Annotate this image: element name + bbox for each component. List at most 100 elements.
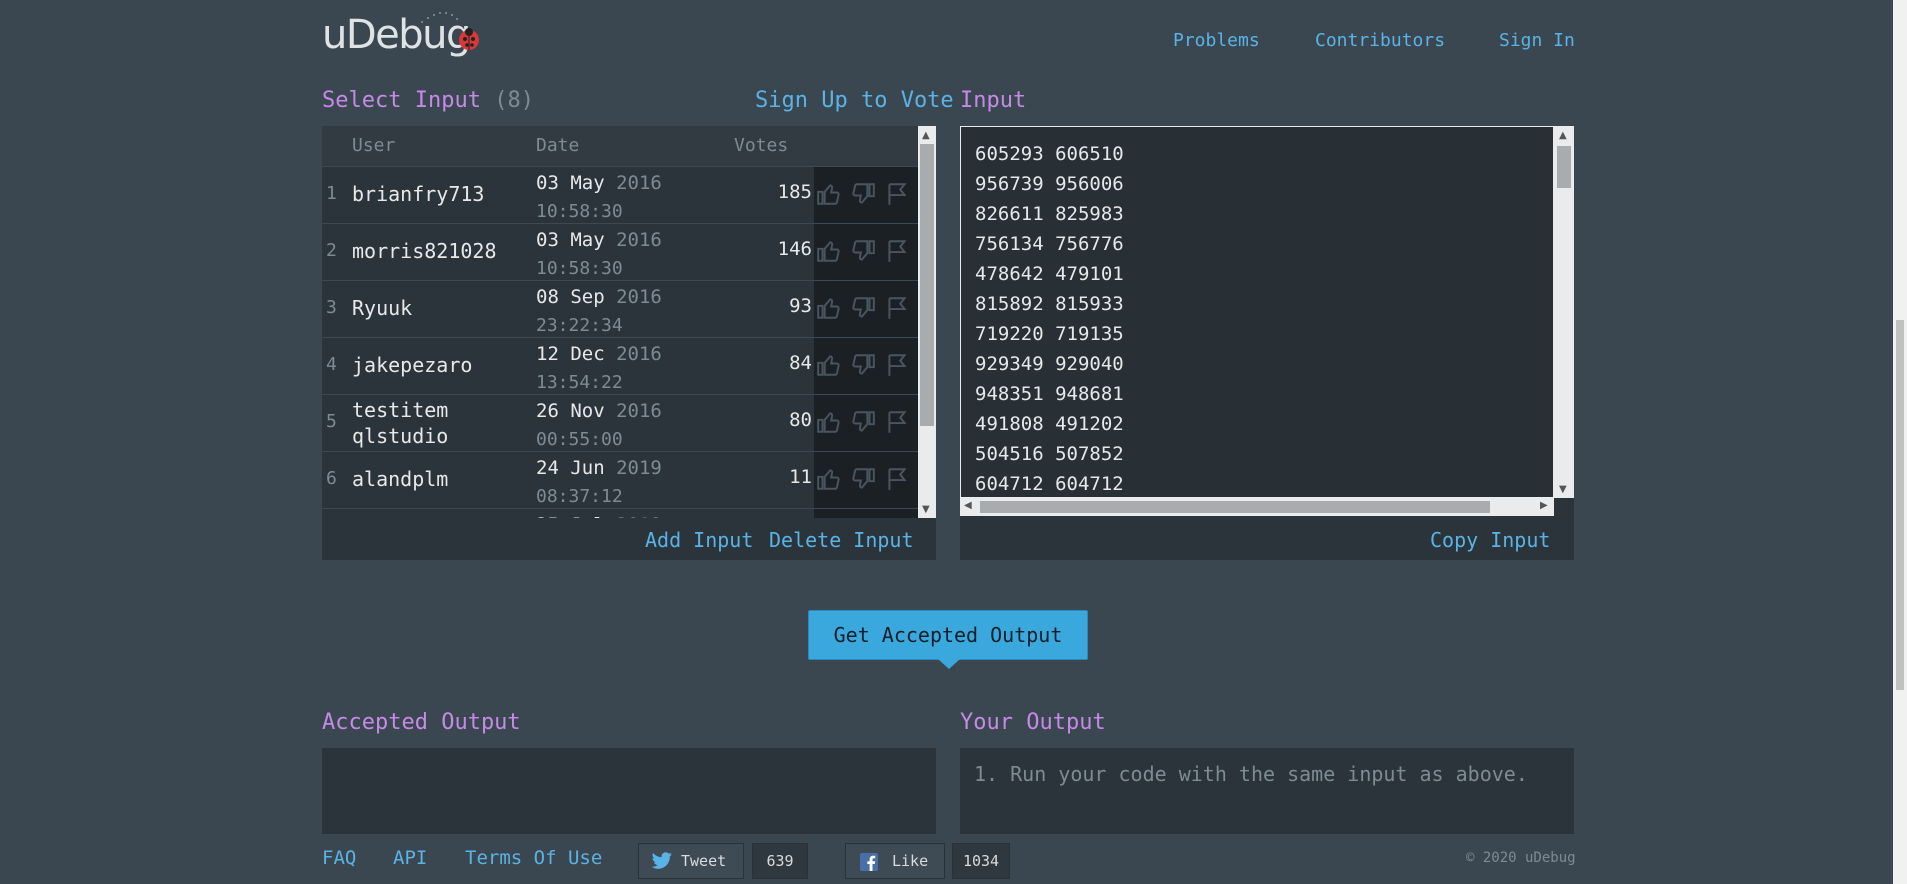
input-vertical-scrollbar[interactable]: ▲ ▼ (1554, 126, 1574, 498)
input-line: 604712 604712 (975, 473, 1124, 495)
nav-problems[interactable]: Problems (1173, 30, 1260, 51)
select-input-title: Select Input (8) (322, 88, 534, 113)
row-date-day: 03 May (536, 172, 605, 194)
thumbs-down-icon[interactable] (850, 352, 876, 378)
row-actions (814, 395, 918, 451)
row-actions (814, 281, 918, 337)
input-line: 826611 825983 (975, 203, 1124, 225)
get-accepted-output-button[interactable]: Get Accepted Output (808, 610, 1088, 660)
row-date-year: 2016 (616, 343, 662, 365)
page-scrollbar[interactable] (1893, 0, 1907, 884)
row-number: 1 (326, 183, 337, 204)
thumbs-up-icon[interactable] (816, 181, 842, 207)
thumbs-down-icon[interactable] (850, 181, 876, 207)
add-input-button[interactable]: Add Input (645, 528, 753, 552)
flag-icon[interactable] (884, 238, 910, 264)
delete-input-button[interactable]: Delete Input (769, 528, 914, 552)
flag-icon[interactable] (884, 295, 910, 321)
table-row[interactable]: 6 alandplm 24 Jun 2019 08:37:12 11 (322, 451, 918, 508)
thumbs-down-icon[interactable] (850, 238, 876, 264)
flag-icon[interactable] (884, 352, 910, 378)
table-row[interactable]: 4 jakepezaro 12 Dec 2016 13:54:22 84 (322, 337, 918, 394)
table-row[interactable]: 3 Ryuuk 08 Sep 2016 23:22:34 93 (322, 280, 918, 337)
scroll-thumb[interactable] (980, 501, 1490, 513)
scroll-down-arrow[interactable]: ▼ (922, 504, 930, 515)
thumbs-up-icon[interactable] (816, 409, 842, 435)
scroll-up-arrow[interactable]: ▲ (922, 130, 930, 141)
table-row[interactable]: 1 brianfry713 03 May 2016 10:58:30 185 (322, 166, 918, 223)
row-date-year: 2016 (616, 286, 662, 308)
row-date-year: 2016 (616, 172, 662, 194)
input-count: (8) (494, 88, 534, 113)
scroll-right-arrow[interactable]: ▶ (1540, 500, 1548, 511)
scroll-down-arrow[interactable]: ▼ (1559, 484, 1567, 495)
row-votes: 11 (789, 466, 812, 488)
input-horizontal-scrollbar[interactable]: ◀ ▶ (960, 498, 1554, 516)
input-line: 929349 929040 (975, 353, 1124, 375)
thumbs-up-icon[interactable] (816, 238, 842, 264)
column-votes: Votes (734, 135, 789, 156)
row-date-year: 2019 (616, 457, 662, 479)
footer-faq[interactable]: FAQ (322, 847, 356, 869)
nav-sign-in[interactable]: Sign In (1499, 30, 1575, 51)
input-line: 719220 719135 (975, 323, 1124, 345)
row-user[interactable]: testitem qlstudio (352, 397, 532, 449)
input-list-scrollbar[interactable]: ▲ ▼ (918, 126, 936, 518)
flag-icon[interactable] (884, 409, 910, 435)
your-output-box[interactable]: 1. Run your code with the same input as … (960, 748, 1574, 836)
row-user[interactable]: alandplm (352, 466, 532, 492)
scroll-left-arrow[interactable]: ◀ (964, 500, 972, 511)
thumbs-down-icon[interactable] (850, 409, 876, 435)
table-row[interactable]: 725 Jul 2019 (322, 508, 918, 518)
table-header: User Date Votes (322, 126, 918, 166)
footer-api[interactable]: API (393, 847, 427, 869)
select-input-panel: User Date Votes 1 brianfry713 03 May 2016 1… (322, 126, 936, 560)
facebook-icon (860, 853, 878, 871)
thumbs-up-icon[interactable] (816, 295, 842, 321)
thumbs-down-icon[interactable] (850, 295, 876, 321)
row-user[interactable]: jakepezaro (352, 352, 532, 378)
column-user: User (352, 135, 396, 156)
scroll-thumb[interactable] (1557, 146, 1571, 188)
row-user[interactable]: Ryuuk (352, 295, 532, 321)
row-number: 6 (326, 468, 337, 489)
row-date-day: 25 Jul (536, 514, 605, 518)
input-line: 605293 606510 (975, 143, 1124, 165)
input-line: 815892 815933 (975, 293, 1124, 315)
like-button[interactable]: Like (845, 843, 945, 879)
row-date-day: 26 Nov (536, 400, 605, 422)
row-date-time: 08:37:12 (536, 486, 623, 507)
row-user[interactable]: brianfry713 (352, 181, 532, 207)
thumbs-up-icon[interactable] (816, 466, 842, 492)
input-line: 756134 756776 (975, 233, 1124, 255)
tweet-count: 639 (752, 843, 808, 879)
thumbs-up-icon[interactable] (816, 352, 842, 378)
row-date: 25 Jul 2019 (536, 511, 662, 518)
column-date: Date (536, 135, 580, 156)
input-textarea[interactable]: 605293 606510 956739 956006 826611 825983 7… (960, 126, 1554, 498)
copy-input-button[interactable]: Copy Input (1430, 528, 1550, 552)
scroll-up-arrow[interactable]: ▲ (1559, 130, 1567, 141)
tweet-button[interactable]: Tweet (638, 843, 744, 879)
row-number: 5 (326, 411, 337, 432)
row-votes: 93 (789, 295, 812, 317)
row-date-time: 00:55:00 (536, 429, 623, 450)
thumbs-down-icon[interactable] (850, 466, 876, 492)
table-row[interactable]: 5 testitem qlstudio 26 Nov 2016 00:55:00 80 (322, 394, 918, 451)
sign-up-to-vote-link[interactable]: Sign Up to Vote (755, 88, 954, 113)
nav-contributors[interactable]: Contributors (1315, 30, 1445, 51)
footer-terms[interactable]: Terms Of Use (465, 847, 602, 869)
page-scroll-thumb[interactable] (1896, 320, 1904, 690)
row-date-year: 2016 (616, 400, 662, 422)
row-number: 4 (326, 354, 337, 375)
row-actions (814, 509, 918, 518)
row-date: 03 May 2016 10:58:30 (536, 226, 662, 283)
table-row[interactable]: 2 morris821028 03 May 2016 10:58:30 146 (322, 223, 918, 280)
flag-icon[interactable] (884, 466, 910, 492)
row-date: 26 Nov 2016 00:55:00 (536, 397, 662, 454)
input-line: 956739 956006 (975, 173, 1124, 195)
scroll-thumb[interactable] (920, 144, 934, 426)
flag-icon[interactable] (884, 181, 910, 207)
row-actions (814, 452, 918, 508)
row-user[interactable]: morris821028 (352, 238, 532, 264)
